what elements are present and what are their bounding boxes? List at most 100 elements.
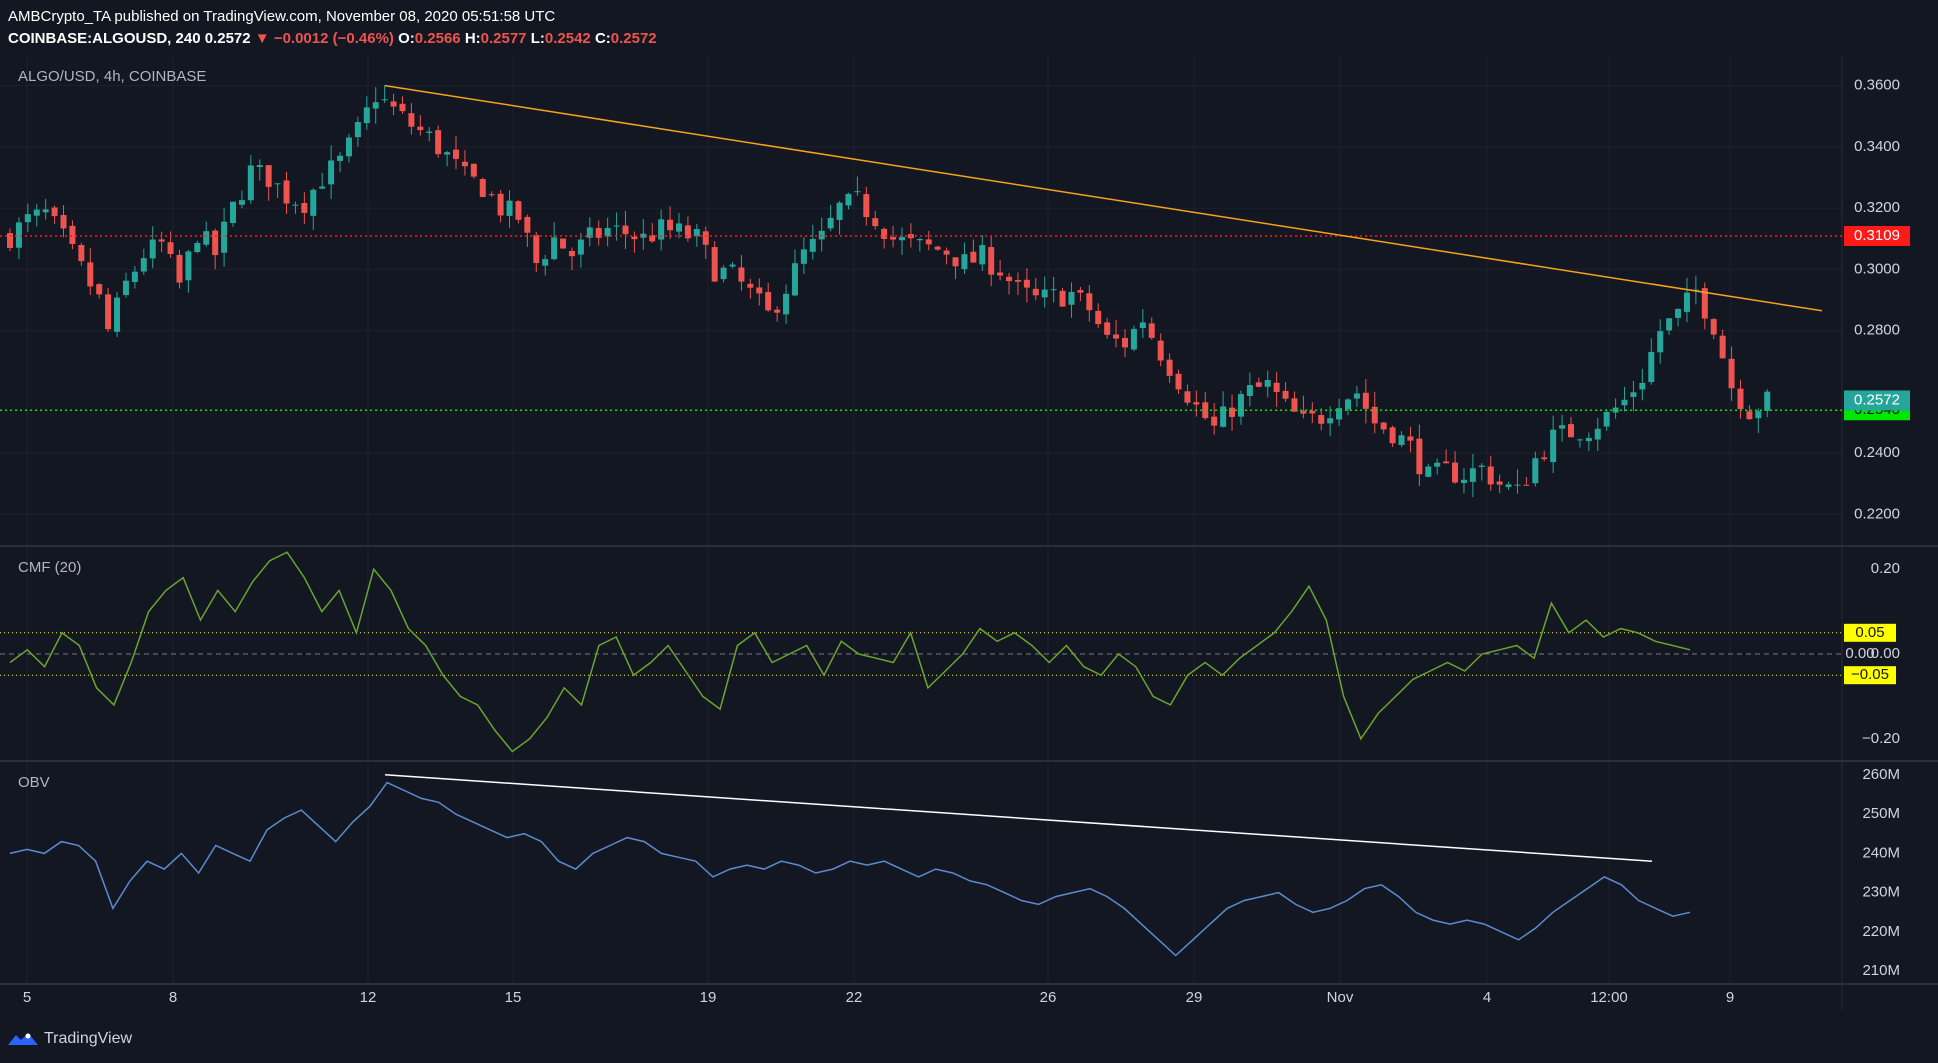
candle-body bbox=[1122, 337, 1128, 348]
obv-trendline bbox=[384, 774, 1653, 862]
obv-pane-title: OBV bbox=[18, 774, 50, 791]
candle-body bbox=[961, 254, 968, 270]
candle-body bbox=[1523, 484, 1530, 486]
candle-body bbox=[667, 219, 674, 231]
candle-body bbox=[1130, 328, 1137, 350]
candle-body bbox=[1434, 462, 1441, 467]
candle-body bbox=[1059, 290, 1066, 307]
candle-body bbox=[533, 235, 540, 264]
candle-body bbox=[551, 237, 558, 260]
candle-body bbox=[560, 238, 567, 249]
candle-body bbox=[925, 239, 932, 245]
x-tick-label: 19 bbox=[700, 989, 717, 1006]
tradingview-logo-icon bbox=[8, 1033, 38, 1045]
candle-body bbox=[720, 267, 727, 280]
candle-body bbox=[1657, 331, 1664, 353]
candle-body bbox=[577, 239, 584, 255]
open-value: 0.2566 bbox=[414, 30, 461, 47]
candle-body bbox=[42, 209, 49, 213]
candle-body bbox=[1514, 484, 1521, 486]
price-pane-title: ALGO/USD, 4h, COINBASE bbox=[18, 68, 207, 85]
candle-body bbox=[78, 244, 85, 262]
candle-body bbox=[1452, 462, 1459, 483]
candle-body bbox=[1532, 458, 1539, 484]
candle-body bbox=[1460, 479, 1467, 484]
candle-body bbox=[1041, 289, 1048, 298]
candle-body bbox=[952, 257, 959, 267]
change-down-arrow-icon: ▼ bbox=[254, 30, 270, 47]
candle-body bbox=[1683, 292, 1690, 312]
price-y-tick-label: 0.3000 bbox=[1854, 260, 1900, 277]
candle-body bbox=[1755, 411, 1762, 419]
x-tick-label: 22 bbox=[846, 989, 863, 1006]
candle-body bbox=[87, 262, 94, 287]
candle-body bbox=[1211, 416, 1218, 426]
candle-body bbox=[756, 287, 763, 294]
candle-body bbox=[881, 228, 888, 239]
x-tick-label: 29 bbox=[1186, 989, 1203, 1006]
symbol-label[interactable]: COINBASE:ALGOUSD, 240 bbox=[8, 30, 201, 47]
candle-body bbox=[934, 246, 941, 250]
tradingview-brand[interactable]: TradingView bbox=[8, 1028, 132, 1050]
candle-body bbox=[283, 180, 290, 204]
candle-body bbox=[1541, 457, 1548, 460]
candle-body bbox=[1737, 388, 1744, 409]
candle-body bbox=[506, 200, 513, 216]
candle-body bbox=[676, 223, 682, 232]
obv-pane[interactable] bbox=[9, 774, 1691, 957]
candle-body bbox=[105, 294, 112, 330]
cmf-series-line bbox=[9, 551, 1691, 753]
candle-body bbox=[479, 179, 486, 197]
candle-body bbox=[435, 130, 442, 155]
obv-y-tick-label: 210M bbox=[1862, 962, 1900, 979]
candle-body bbox=[1585, 437, 1592, 442]
obv-y-tick-label: 220M bbox=[1862, 923, 1900, 940]
candle-body bbox=[1345, 399, 1351, 410]
candle-body bbox=[319, 186, 326, 189]
x-tick-label: 9 bbox=[1726, 989, 1734, 1006]
candle-body bbox=[1166, 359, 1173, 376]
cmf-y-tick-label: −0.20 bbox=[1862, 730, 1900, 747]
candle-body bbox=[221, 221, 228, 253]
candle-body bbox=[337, 155, 344, 161]
candle-body bbox=[916, 238, 923, 241]
candle-body bbox=[1568, 424, 1574, 438]
close-value: 0.2572 bbox=[610, 30, 657, 47]
candle-body bbox=[854, 191, 861, 193]
candle-body bbox=[1237, 394, 1244, 417]
open-label: O: bbox=[398, 30, 415, 47]
axis-labels: 5 8 12 15 19 22 26 29 Nov 4 12:00 9 0.3600 0.3400 0.32… bbox=[23, 77, 1910, 1006]
cmf-pane[interactable] bbox=[0, 551, 1842, 753]
candle-body bbox=[51, 207, 58, 217]
candle-body bbox=[899, 236, 905, 241]
close-label: C: bbox=[594, 30, 611, 47]
candle-body bbox=[622, 225, 629, 235]
low-value: 0.2542 bbox=[544, 30, 591, 47]
candle-body bbox=[96, 284, 103, 295]
candle-body bbox=[247, 165, 254, 201]
candle-body bbox=[363, 107, 370, 124]
candle-body bbox=[381, 99, 388, 101]
candle-body bbox=[1719, 335, 1726, 359]
obv-y-tick-label: 250M bbox=[1862, 805, 1900, 822]
candle-body bbox=[1478, 465, 1485, 467]
candle-body bbox=[783, 293, 790, 315]
candle-body bbox=[613, 225, 620, 227]
candle-body bbox=[1264, 379, 1271, 387]
last-price: 0.2572 bbox=[204, 30, 251, 47]
change-value: −0.0012 (−0.46%) bbox=[273, 30, 394, 47]
candle-body bbox=[542, 259, 549, 266]
candle-body bbox=[1014, 280, 1021, 282]
candle-body bbox=[1309, 410, 1316, 414]
candle-body bbox=[1630, 392, 1637, 397]
x-tick-label: 12 bbox=[360, 989, 377, 1006]
candle-body bbox=[310, 189, 317, 216]
candle-body bbox=[1327, 418, 1334, 424]
candle-body bbox=[1621, 399, 1628, 406]
candle-body bbox=[729, 264, 736, 267]
candle-body bbox=[149, 239, 156, 259]
candle-body bbox=[800, 249, 807, 264]
candle-body bbox=[1416, 438, 1423, 475]
candle-body bbox=[328, 160, 335, 185]
x-tick-label: 4 bbox=[1483, 989, 1491, 1006]
